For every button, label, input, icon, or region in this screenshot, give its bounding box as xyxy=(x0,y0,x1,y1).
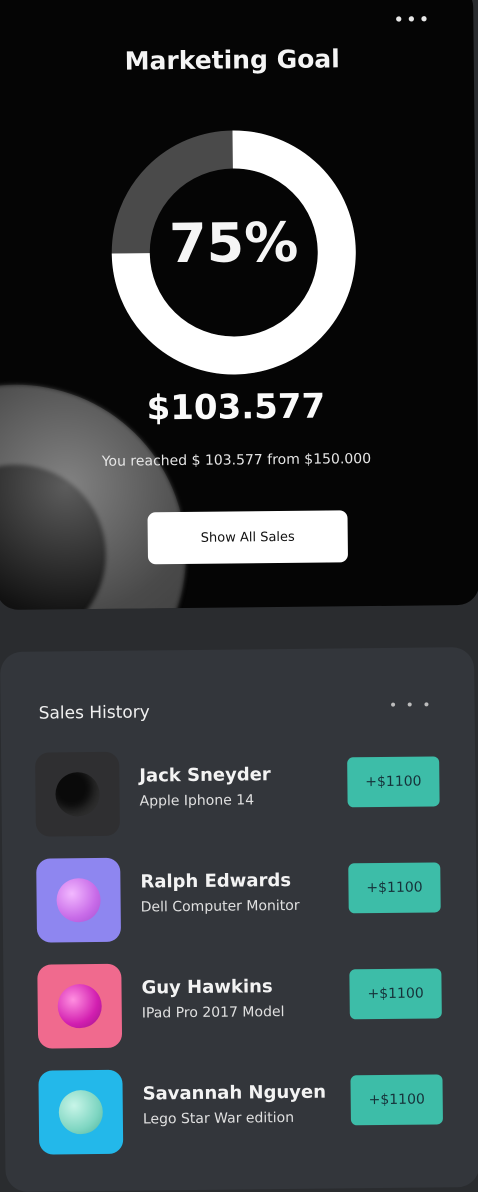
customer-name: Savannah Nguyen xyxy=(142,1081,327,1105)
price-badge[interactable]: +$1100 xyxy=(349,968,442,1020)
product-thumbnail xyxy=(35,751,120,837)
sales-history-title: Sales History xyxy=(38,702,150,724)
product-thumbnail xyxy=(38,1069,124,1155)
list-item[interactable]: Ralph Edwards Dell Computer Monitor +$11… xyxy=(36,854,443,943)
product-name: Dell Computer Monitor xyxy=(140,897,300,916)
sales-history-card: Sales History • • • Jack Sneyder Apple I… xyxy=(0,647,478,1192)
marketing-goal-card: ••• Marketing Goal 75% $103.577 You reac… xyxy=(0,0,478,610)
progress-percent-label: 75% xyxy=(168,210,299,276)
price-badge[interactable]: +$1100 xyxy=(348,862,441,914)
customer-name: Guy Hawkins xyxy=(141,976,273,999)
show-all-sales-button[interactable]: Show All Sales xyxy=(147,510,349,565)
product-name: Apple Iphone 14 xyxy=(139,792,255,810)
product-thumbnail xyxy=(37,963,123,1049)
product-name: Lego Star War edition xyxy=(142,1109,295,1128)
more-dots-icon[interactable]: ••• xyxy=(393,9,431,30)
product-ball-icon xyxy=(58,1089,104,1135)
goal-title: Marketing Goal xyxy=(124,44,340,76)
reached-amount: $103.577 xyxy=(146,386,326,429)
more-dots-icon[interactable]: • • • xyxy=(389,697,433,713)
product-name: IPad Pro 2017 Model xyxy=(141,1004,285,1022)
list-item[interactable]: Jack Sneyder Apple Iphone 14 +$1100 xyxy=(35,748,442,837)
customer-name: Ralph Edwards xyxy=(140,869,292,893)
product-ball-icon xyxy=(55,771,100,817)
customer-name: Jack Sneyder xyxy=(139,764,271,787)
progress-donut: 75% xyxy=(107,126,360,379)
product-ball-icon xyxy=(56,877,101,923)
price-badge[interactable]: +$1100 xyxy=(347,756,440,808)
list-item[interactable]: Guy Hawkins IPad Pro 2017 Model +$1100 xyxy=(37,960,444,1049)
price-badge[interactable]: +$1100 xyxy=(350,1074,443,1126)
product-thumbnail xyxy=(36,857,122,943)
list-item[interactable]: Savannah Nguyen Lego Star War edition +$… xyxy=(38,1066,445,1155)
product-ball-icon xyxy=(57,983,102,1029)
